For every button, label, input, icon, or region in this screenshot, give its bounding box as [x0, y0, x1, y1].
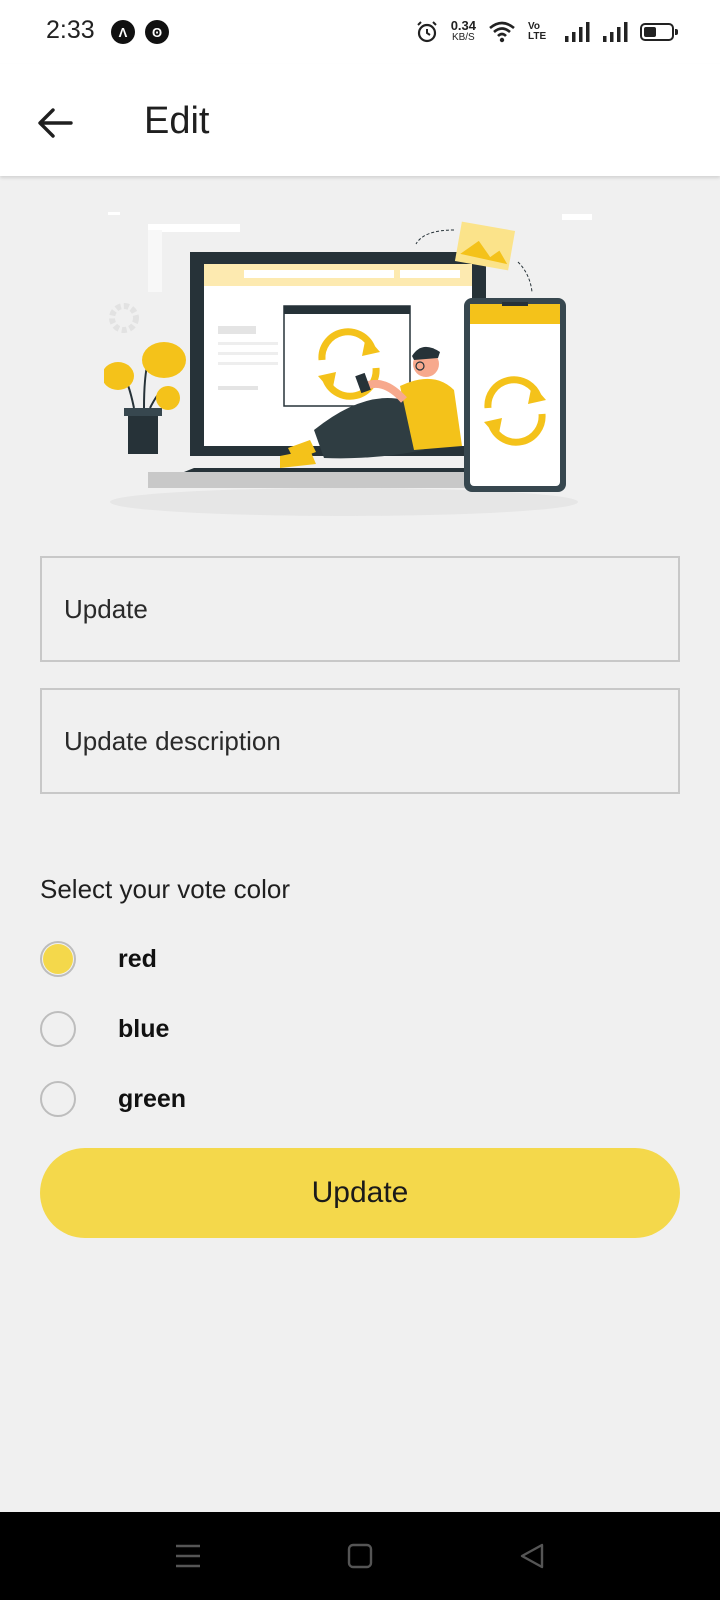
- back-triangle-icon: [520, 1543, 544, 1569]
- net-speed-unit: KB/S: [451, 32, 475, 43]
- menu-icon: [176, 1544, 200, 1568]
- update-description-field[interactable]: [40, 688, 680, 794]
- update-title-input[interactable]: [42, 558, 678, 660]
- volte-icon: Vo LTE: [528, 21, 547, 42]
- nav-back-button[interactable]: [514, 1538, 550, 1574]
- battery-icon: [640, 23, 678, 41]
- battery-level: [644, 27, 656, 37]
- home-button[interactable]: [342, 1538, 378, 1574]
- alarm-icon: [416, 21, 437, 43]
- radio-option-green[interactable]: green: [40, 1074, 440, 1124]
- page-title: Edit: [144, 100, 210, 142]
- radio-button[interactable]: [40, 1081, 76, 1117]
- home-square-icon: [347, 1543, 373, 1569]
- signal-icon: [603, 22, 628, 42]
- vote-color-label: Select your vote color: [40, 874, 291, 904]
- recent-apps-button[interactable]: [170, 1538, 206, 1574]
- app-bar: Edit: [0, 64, 720, 176]
- status-time: 2:33: [46, 16, 95, 44]
- net-speed-value: 0.34: [450, 18, 476, 33]
- arrow-left-icon: [38, 108, 73, 138]
- radio-label: red: [118, 944, 157, 973]
- net-speed: 0.34 KB/S: [450, 18, 476, 44]
- back-button[interactable]: [30, 98, 80, 148]
- update-title-field[interactable]: [40, 556, 680, 662]
- radio-label: blue: [118, 1014, 170, 1043]
- status-bar: 2:33 Λ ʘ 0.34 KB/S Vo LTE: [0, 0, 720, 64]
- app-notification-icon: ʘ: [145, 20, 169, 44]
- app-notification-icon: Λ: [111, 20, 135, 44]
- system-nav-bar: [0, 1512, 720, 1600]
- radio-option-blue[interactable]: blue: [40, 1004, 440, 1054]
- radio-option-red[interactable]: red: [40, 934, 440, 984]
- radio-selected-dot: [43, 944, 73, 974]
- radio-button[interactable]: [40, 941, 76, 977]
- status-icons: 0.34 KB/S Vo LTE: [415, 16, 678, 48]
- wifi-icon: [489, 21, 515, 43]
- radio-label: green: [118, 1084, 187, 1113]
- update-description-input[interactable]: [42, 690, 678, 792]
- update-button[interactable]: Update: [40, 1148, 680, 1238]
- radio-button[interactable]: [40, 1011, 76, 1047]
- update-illustration: [104, 212, 592, 516]
- signal-icon: [565, 22, 590, 42]
